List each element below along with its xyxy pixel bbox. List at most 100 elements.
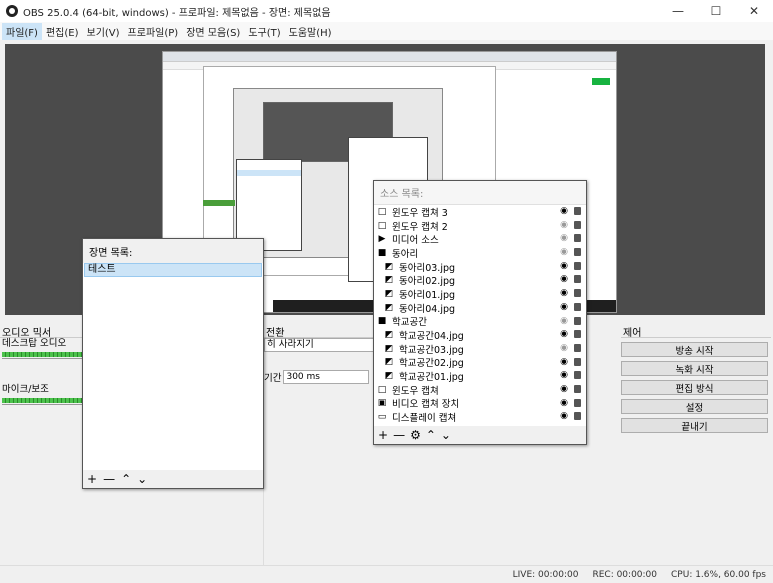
source-row[interactable]: ◩ 동아리02.jpg ◉ bbox=[374, 273, 586, 287]
mixer-title: 오디오 믹서 bbox=[0, 324, 82, 339]
source-row[interactable]: ◩ 학교공간02.jpg ◉ bbox=[374, 356, 586, 370]
source-row[interactable]: ◩ 동아리04.jpg ◉ bbox=[374, 301, 586, 315]
lock-icon[interactable] bbox=[574, 412, 581, 421]
move-up-icon[interactable]: ⌃ bbox=[426, 428, 436, 442]
menu-file[interactable]: 파일(F) bbox=[2, 22, 42, 40]
image-icon: ◩ bbox=[384, 330, 394, 341]
source-label: 학교공간 bbox=[392, 317, 427, 329]
source-label: 디스플레이 캡쳐 bbox=[392, 413, 457, 425]
source-row[interactable]: ◩ 동아리01.jpg ◉ bbox=[374, 287, 586, 301]
duration-input[interactable] bbox=[283, 370, 370, 384]
add-icon[interactable]: + bbox=[378, 428, 388, 442]
lock-icon[interactable] bbox=[574, 207, 581, 215]
lock-icon[interactable] bbox=[574, 316, 581, 325]
sources-toolbar: + — ⚙ ⌃ ⌄ bbox=[374, 426, 586, 444]
status-bar: LIVE: 00:00:00 REC: 00:00:00 CPU: 1.6%, … bbox=[0, 565, 773, 583]
transition-select[interactable]: 히 사라지기 bbox=[264, 338, 374, 352]
add-icon[interactable]: + bbox=[87, 472, 97, 486]
source-label: 동아리01.jpg bbox=[399, 289, 456, 301]
scenes-toolbar: + — ⌃ ⌄ bbox=[83, 470, 263, 488]
source-row[interactable]: □ 윈도우 캡쳐 3 ◉ bbox=[374, 205, 586, 219]
eye-icon[interactable]: ◉ bbox=[560, 274, 568, 284]
source-label: 동아리02.jpg bbox=[399, 276, 456, 288]
source-row[interactable]: ▣ 비디오 캡쳐 장치 ◉ bbox=[374, 397, 586, 411]
lock-icon[interactable] bbox=[574, 248, 581, 257]
source-row[interactable]: ◩ 동아리03.jpg ◉ bbox=[374, 260, 586, 274]
eye-icon[interactable]: ◉ bbox=[560, 357, 568, 367]
image-icon: ◩ bbox=[384, 343, 394, 354]
eye-hidden-icon[interactable]: ◉ bbox=[560, 233, 568, 243]
eye-icon[interactable]: ◉ bbox=[560, 384, 568, 394]
source-label: 학교공간02.jpg bbox=[399, 358, 464, 370]
settings-button[interactable]: 설정 bbox=[621, 399, 768, 414]
eye-icon[interactable]: ◉ bbox=[560, 370, 568, 380]
source-group-row[interactable]: ■ 학교공간 ◉ bbox=[374, 315, 586, 329]
menu-edit[interactable]: 편집(E) bbox=[42, 23, 83, 40]
play-icon: ▶ bbox=[378, 234, 386, 245]
eye-icon[interactable]: ◉ bbox=[560, 288, 568, 298]
source-group-row[interactable]: ■ 동아리 ◉ bbox=[374, 246, 586, 260]
menu-bar: 파일(F) 편집(E) 보기(V) 프로파일(P) 장면 모음(S) 도구(T)… bbox=[0, 22, 773, 40]
menu-help[interactable]: 도움말(H) bbox=[285, 23, 336, 40]
lock-icon[interactable] bbox=[574, 289, 581, 298]
move-down-icon[interactable]: ⌄ bbox=[137, 472, 147, 486]
eye-hidden-icon[interactable]: ◉ bbox=[560, 247, 568, 257]
lock-icon[interactable] bbox=[574, 330, 581, 339]
image-icon: ◩ bbox=[384, 275, 394, 286]
sources-panel: 소스 목록: □ 윈도우 캡쳐 3 ◉ □ 윈도우 캡쳐 2 ◉ ▶ 미디어 소스 ◉ ■ 동아리 ◉… bbox=[373, 180, 587, 445]
source-row[interactable]: □ 윈도우 캡쳐 2 ◉ bbox=[374, 219, 586, 233]
lock-icon[interactable] bbox=[574, 371, 581, 380]
gear-icon[interactable]: ⚙ bbox=[410, 428, 421, 442]
title-bar: OBS 25.0.4 (64-bit, windows) - 프로파일: 제목없… bbox=[0, 0, 773, 22]
live-status: LIVE: 00:00:00 bbox=[512, 569, 579, 580]
eye-hidden-icon[interactable]: ◉ bbox=[560, 316, 568, 326]
close-icon[interactable]: ✕ bbox=[735, 0, 773, 22]
lock-icon[interactable] bbox=[574, 357, 581, 366]
scene-item[interactable]: 테스트 bbox=[84, 263, 262, 277]
remove-icon[interactable]: — bbox=[393, 428, 405, 442]
source-row[interactable]: ◩ 학교공간03.jpg ◉ bbox=[374, 342, 586, 356]
move-up-icon[interactable]: ⌃ bbox=[121, 472, 131, 486]
menu-view[interactable]: 보기(V) bbox=[83, 23, 124, 40]
lock-icon[interactable] bbox=[574, 220, 581, 229]
studio-mode-button[interactable]: 편집 방식 bbox=[621, 380, 768, 395]
source-label: 비디오 캡쳐 장치 bbox=[392, 399, 460, 411]
source-row[interactable]: □ 윈도우 캡쳐 ◉ bbox=[374, 383, 586, 397]
lock-icon[interactable] bbox=[574, 261, 581, 270]
lock-icon[interactable] bbox=[574, 275, 581, 284]
lock-icon[interactable] bbox=[574, 302, 581, 311]
move-down-icon[interactable]: ⌄ bbox=[441, 428, 451, 442]
source-row[interactable]: ▭ 디스플레이 캡쳐 ◉ bbox=[374, 410, 586, 424]
minimize-icon[interactable]: — bbox=[659, 0, 697, 22]
duration-label: 기간 bbox=[264, 373, 282, 384]
remove-icon[interactable]: — bbox=[103, 472, 115, 486]
eye-icon[interactable]: ◉ bbox=[560, 302, 568, 312]
eye-hidden-icon[interactable]: ◉ bbox=[560, 220, 568, 230]
lock-icon[interactable] bbox=[574, 343, 581, 352]
camera-icon: ▣ bbox=[377, 398, 387, 409]
source-row[interactable]: ◩ 학교공간01.jpg ◉ bbox=[374, 369, 586, 383]
mixer-channel-mic: 마이크/보조 bbox=[2, 384, 49, 395]
menu-tools[interactable]: 도구(T) bbox=[244, 23, 284, 40]
start-streaming-button[interactable]: 방송 시작 bbox=[621, 342, 768, 357]
lock-icon[interactable] bbox=[574, 384, 581, 393]
eye-icon[interactable]: ◉ bbox=[560, 329, 568, 339]
source-label: 학교공간03.jpg bbox=[399, 344, 464, 356]
eye-icon[interactable]: ◉ bbox=[560, 261, 568, 271]
menu-profile[interactable]: 프로파일(P) bbox=[124, 23, 183, 40]
eye-icon[interactable]: ◉ bbox=[560, 398, 568, 408]
lock-icon[interactable] bbox=[574, 398, 581, 407]
start-recording-button[interactable]: 녹화 시작 bbox=[621, 361, 768, 376]
eye-icon[interactable]: ◉ bbox=[560, 206, 568, 216]
image-icon: ◩ bbox=[384, 261, 394, 272]
eye-hidden-icon[interactable]: ◉ bbox=[560, 343, 568, 353]
exit-button[interactable]: 끝내기 bbox=[621, 418, 768, 433]
maximize-icon[interactable]: ☐ bbox=[697, 0, 735, 22]
lock-icon[interactable] bbox=[574, 234, 581, 243]
source-label: 윈도우 캡쳐 2 bbox=[392, 221, 448, 233]
source-row[interactable]: ◩ 학교공간04.jpg ◉ bbox=[374, 328, 586, 342]
source-row[interactable]: ▶ 미디어 소스 ◉ bbox=[374, 232, 586, 246]
captured-audio-meter bbox=[203, 200, 235, 206]
eye-icon[interactable]: ◉ bbox=[560, 411, 568, 421]
menu-scene-collection[interactable]: 장면 모음(S) bbox=[182, 23, 244, 40]
